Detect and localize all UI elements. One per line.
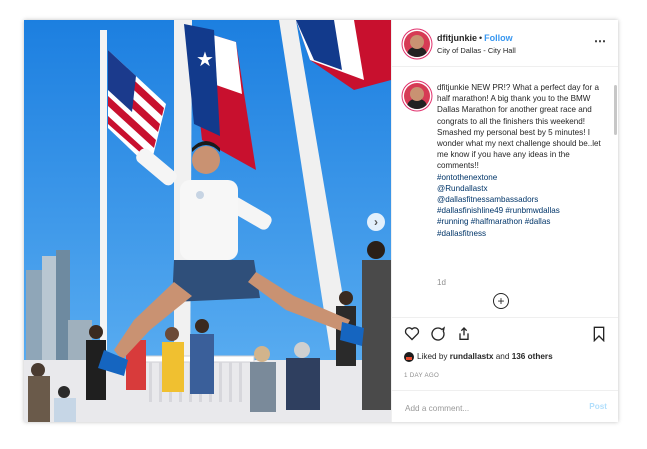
heart-icon[interactable]: [404, 326, 420, 341]
post-comment-button[interactable]: Post: [589, 402, 607, 411]
separator-dot: •: [479, 33, 483, 43]
scrollbar-thumb[interactable]: [614, 85, 617, 135]
post-date: 1 DAY AGO: [404, 372, 440, 379]
action-bar: [392, 317, 618, 348]
mention-link[interactable]: @Rundallastx: [437, 183, 609, 194]
hashtag-link[interactable]: #dallasfitness: [437, 228, 609, 239]
likes-prefix: Liked by: [417, 352, 448, 362]
likes-summary: Liked by rundallastx and 136 others: [404, 352, 553, 362]
caption-avatar[interactable]: [404, 83, 430, 109]
chevron-right-icon: ›: [374, 215, 378, 229]
plus-icon: +: [497, 294, 505, 308]
post-sidebar: dfitjunkie • Follow City of Dallas - City …: [391, 20, 618, 422]
hashtag-link[interactable]: #running #halfmarathon #dallas: [437, 216, 609, 227]
likes-others[interactable]: 136 others: [512, 352, 553, 361]
caption-timestamp: 1d: [437, 278, 446, 287]
hashtag-link[interactable]: #dallasfinishline49 #runbmwdallas: [437, 205, 609, 216]
post-header: dfitjunkie • Follow City of Dallas - City …: [392, 20, 618, 67]
avatar[interactable]: [404, 31, 430, 57]
liker-avatar: [404, 352, 414, 362]
load-more-comments-button[interactable]: +: [493, 293, 509, 309]
follow-button[interactable]: Follow: [484, 33, 513, 43]
comment-input[interactable]: [403, 400, 577, 416]
mention-link[interactable]: @dallasfitnessambassadors: [437, 194, 609, 205]
carousel-next-button[interactable]: ›: [367, 213, 385, 231]
post-author: dfitjunkie • Follow: [437, 33, 513, 43]
caption-text: NEW PR!? What a perfect day for a half m…: [437, 83, 601, 171]
location-link[interactable]: City of Dallas - City Hall: [437, 46, 516, 55]
more-options-icon[interactable]: ⋯: [594, 34, 607, 48]
likes-conj: and: [495, 352, 510, 362]
username-link[interactable]: dfitjunkie: [437, 33, 477, 43]
caption: dfitjunkie NEW PR!? What a perfect day f…: [437, 82, 609, 239]
svg-text:★: ★: [196, 47, 214, 71]
share-icon[interactable]: [456, 326, 472, 342]
post-photo-illustration: ★: [24, 20, 391, 422]
post-photo[interactable]: ★ ›: [24, 20, 391, 422]
caption-username[interactable]: dfitjunkie: [437, 83, 469, 92]
instagram-post-card: ★ › dfitjunkie • Follow City of Dallas -…: [24, 20, 618, 422]
comment-bar: Post: [392, 390, 618, 422]
hashtag-link[interactable]: #ontothenextone: [437, 172, 609, 183]
bookmark-icon[interactable]: [592, 326, 606, 342]
liker-username[interactable]: rundallastx: [450, 352, 494, 361]
comment-icon[interactable]: [430, 326, 446, 342]
